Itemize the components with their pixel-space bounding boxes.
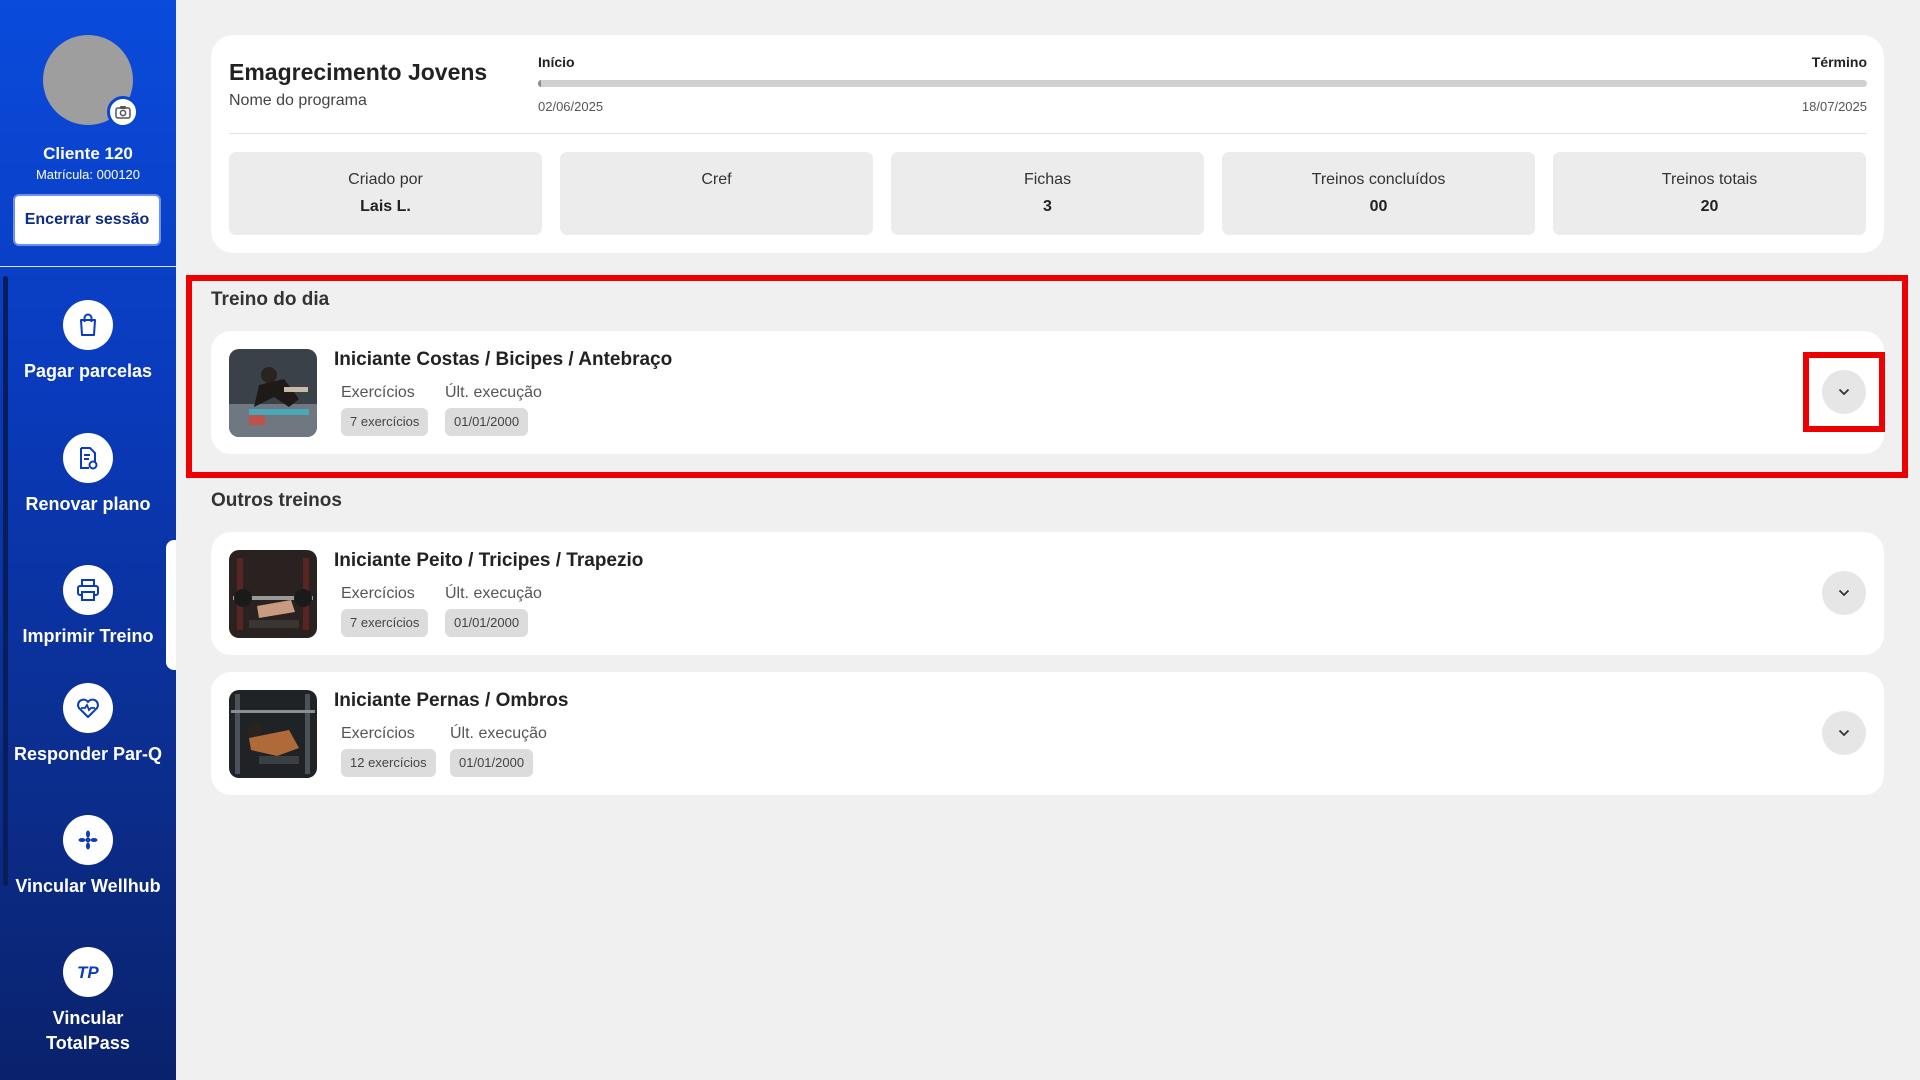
heart-pulse-icon <box>63 683 113 733</box>
chevron-down-icon <box>1838 729 1850 737</box>
program-progress-bar <box>538 80 1867 87</box>
sidebar-item-label: Responder Par-Q <box>13 744 163 764</box>
stat-value: Lais L. <box>360 198 411 215</box>
printer-icon <box>63 565 113 615</box>
sidebar: Cliente 120 Matrícula: 000120 Encerrar s… <box>0 0 176 1080</box>
sidebar-item-label: Vincular TotalPass <box>46 1008 130 1053</box>
program-title: Emagrecimento Jovens <box>229 59 488 85</box>
workout-name: Iniciante Peito / Tricipes / Trapezio <box>334 550 644 571</box>
wellhub-logo-icon <box>63 815 113 865</box>
timeline-end-label: Término <box>1811 54 1867 70</box>
logout-button[interactable]: Encerrar sessão <box>13 194 161 246</box>
sidebar-divider <box>0 266 176 267</box>
stat-value: 00 <box>1369 198 1388 215</box>
stat-value: 20 <box>1700 198 1719 215</box>
card-divider <box>229 133 1867 134</box>
timeline-start-date: 02/06/2025 <box>538 99 604 114</box>
last-execution-chip: 01/01/2000 <box>445 609 529 637</box>
workout-card[interactable]: Iniciante Peito / Tricipes / Trapezio Ex… <box>211 532 1884 655</box>
sidebar-item-label: Renovar plano <box>25 494 151 514</box>
stat-label: Fichas <box>1023 171 1072 188</box>
program-subtitle: Nome do programa <box>229 92 367 109</box>
exercises-label: Exercícios <box>341 585 415 602</box>
stat-value: 3 <box>1043 198 1052 215</box>
workout-thumbnail <box>229 690 317 778</box>
stat-cref: Cref <box>560 152 873 235</box>
totalpass-logo-icon: TP <box>63 947 113 997</box>
section-title-outros-treinos: Outros treinos <box>211 490 342 511</box>
timeline-end-date: 18/07/2025 <box>1801 99 1867 114</box>
sidebar-item-label: Pagar parcelas <box>23 361 153 381</box>
stat-criado-por: Criado por Lais L. <box>229 152 542 235</box>
last-execution-chip: 01/01/2000 <box>450 749 534 777</box>
sidebar-item-pagar-parcelas[interactable]: Pagar parcelas <box>0 300 176 384</box>
expand-workout-button[interactable] <box>1822 571 1866 615</box>
sidebar-item-label: Imprimir Treino <box>22 626 154 646</box>
exercises-label: Exercícios <box>341 725 415 742</box>
sidebar-item-responder-par-q[interactable]: Responder Par-Q <box>0 683 176 767</box>
timeline-start-label: Início <box>538 54 575 70</box>
stat-treinos-totais: Treinos totais 20 <box>1553 152 1866 235</box>
exercises-count-chip: 7 exercícios <box>341 609 429 637</box>
stat-label: Treinos totais <box>1661 171 1758 188</box>
chevron-down-icon <box>1838 589 1850 597</box>
sidebar-item-label: Vincular Wellhub <box>15 876 161 896</box>
stat-fichas: Fichas 3 <box>891 152 1204 235</box>
client-name: Cliente 120 <box>43 144 133 163</box>
sidebar-item-imprimir-treino[interactable]: Imprimir Treino <box>0 565 176 649</box>
highlight-today-workout <box>186 275 1908 478</box>
active-item-indicator <box>166 540 176 670</box>
highlight-expand-button <box>1803 352 1885 432</box>
exercises-count-chip: 12 exercícios <box>341 749 436 777</box>
client-registration: Matrícula: 000120 <box>35 167 141 182</box>
last-execution-label: Últ. execução <box>445 585 542 602</box>
document-refresh-icon <box>63 433 113 483</box>
workout-card[interactable]: Iniciante Pernas / Ombros Exercícios Últ… <box>211 672 1884 795</box>
workout-thumbnail <box>229 550 317 638</box>
program-progress-fill <box>538 80 541 87</box>
last-execution-label: Últ. execução <box>450 725 547 742</box>
change-photo-button[interactable] <box>107 96 139 128</box>
program-card: Emagrecimento Jovens Nome do programa In… <box>211 35 1884 253</box>
stat-label: Treinos concluídos <box>1311 171 1446 188</box>
avatar-container <box>43 35 139 128</box>
workout-name: Iniciante Pernas / Ombros <box>334 690 569 711</box>
stat-treinos-concluidos: Treinos concluídos 00 <box>1222 152 1535 235</box>
camera-icon <box>115 106 131 119</box>
sidebar-item-renovar-plano[interactable]: Renovar plano <box>0 433 176 517</box>
expand-workout-button[interactable] <box>1822 711 1866 755</box>
sidebar-item-vincular-wellhub[interactable]: Vincular Wellhub <box>0 815 176 899</box>
stat-label: Criado por <box>348 171 423 188</box>
sidebar-item-vincular-totalpass[interactable]: TP Vincular TotalPass <box>0 947 176 1056</box>
stat-label: Cref <box>701 171 732 188</box>
svg-text:TP: TP <box>77 963 99 982</box>
shopping-bag-icon <box>63 300 113 350</box>
